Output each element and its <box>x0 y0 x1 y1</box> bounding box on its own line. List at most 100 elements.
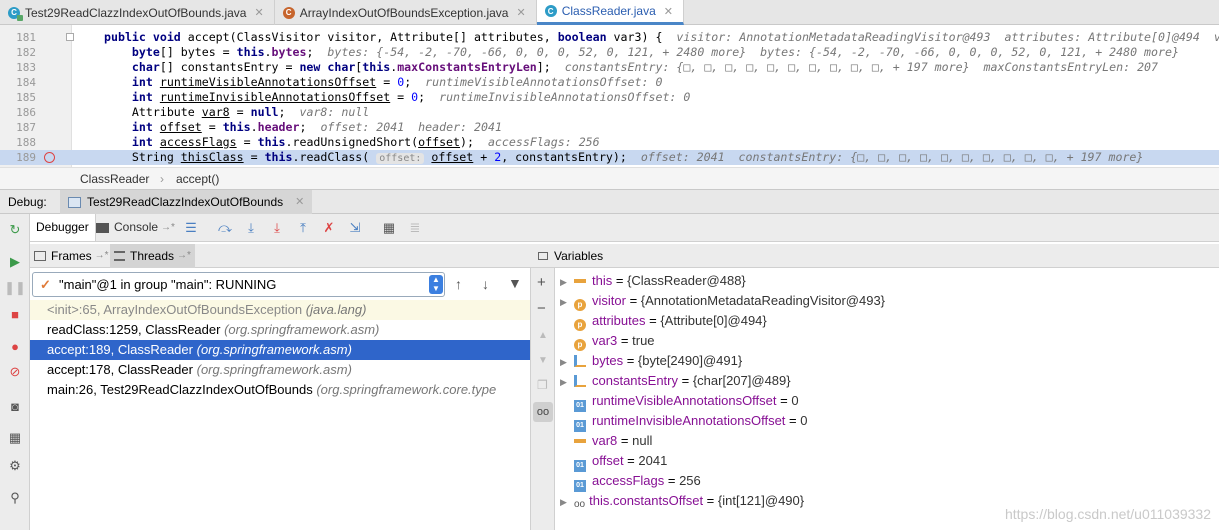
expand-arrow-icon[interactable]: ▶ <box>560 492 574 512</box>
code-line: int runtimeVisibleAnnotationsOffset = 0;… <box>131 75 663 89</box>
arrow-down-icon[interactable]: ↓ <box>482 276 489 292</box>
close-icon[interactable]: ✕ <box>295 190 304 214</box>
param-icon: p <box>574 339 586 351</box>
java-class-icon: C <box>282 6 295 19</box>
variable-row[interactable]: 01 runtimeVisibleAnnotationsOffset = 0 <box>560 391 799 412</box>
variable-row[interactable]: var8 = null <box>560 431 652 451</box>
code-line: String thisClass = this.readClass( offse… <box>104 150 1144 164</box>
pin-tab-icon: →* <box>161 222 175 233</box>
debug-session-label: Test29ReadClazzIndexOutOfBounds <box>87 195 284 209</box>
copy-icon[interactable]: ❐ <box>537 378 548 392</box>
drop-frame-icon[interactable]: ✗ <box>320 219 338 237</box>
pin-tab-icon: →* <box>94 250 109 261</box>
variables-header: Variables <box>530 244 1219 268</box>
tab-frames-label: Frames <box>51 249 92 263</box>
pin-icon[interactable]: ⚲ <box>7 490 23 506</box>
debug-label: Debug: <box>8 195 47 209</box>
evaluate-expression-icon[interactable]: ▦ <box>380 219 398 237</box>
variable-value: {AnnotationMetadataReadingVisitor@493} <box>640 293 886 308</box>
code-editor[interactable]: 181 182 183 184 185 186 187 188 189 publ… <box>0 25 1219 167</box>
code-line: int accessFlags = this.readUnsignedShort… <box>131 135 600 149</box>
variable-value: {byte[2490]@491} <box>637 353 743 368</box>
tab-arrayindex[interactable]: C ArrayIndexOutOfBoundsException.java ✕ <box>275 0 537 25</box>
variable-row[interactable]: ▶ p visitor = {AnnotationMetadataReadingVi… <box>560 291 885 311</box>
variable-value: {Attribute[0]@494} <box>660 313 767 328</box>
tab-frames[interactable]: Frames →* <box>34 244 109 268</box>
frame-item[interactable]: main:26, Test29ReadClazzIndexOutOfBounds… <box>30 380 530 400</box>
gear-icon[interactable]: ⚙ <box>7 458 23 474</box>
close-icon[interactable]: ✕ <box>664 5 673 18</box>
variable-name: this <box>592 273 613 288</box>
minus-icon[interactable]: − <box>537 300 546 317</box>
tab-label: ClassReader.java <box>561 4 656 18</box>
variable-row[interactable]: 01 runtimeInvisibleAnnotationsOffset = 0 <box>560 411 808 432</box>
tab-test29[interactable]: C Test29ReadClazzIndexOutOfBounds.java ✕ <box>0 0 275 25</box>
variable-name: var8 <box>592 433 618 448</box>
watch-icon: oo <box>574 499 586 510</box>
code-line: int runtimeInvisibleAnnotationsOffset = … <box>131 90 691 104</box>
variable-value: 256 <box>679 473 701 488</box>
tab-classreader[interactable]: C ClassReader.java ✕ <box>536 0 684 25</box>
frame-package: (java.lang) <box>305 302 367 317</box>
arrow-up-icon[interactable]: ↑ <box>455 276 462 292</box>
pause-icon[interactable]: ❚❚ <box>4 280 26 296</box>
variable-row[interactable]: ▶ this = {ClassReader@488} <box>560 271 746 291</box>
tab-debugger[interactable]: Debugger <box>30 214 96 241</box>
mute-breakpoints-icon[interactable]: ⊘ <box>7 364 23 380</box>
move-down-icon[interactable]: ▼ <box>538 355 548 366</box>
frames-icon <box>34 251 46 261</box>
stop-icon[interactable]: ■ <box>7 306 23 322</box>
breadcrumb-class[interactable]: ClassReader <box>80 168 149 190</box>
filter-icon[interactable]: ▼ <box>508 275 522 291</box>
java-class-icon: C <box>8 6 23 21</box>
run-to-cursor-icon[interactable]: ⇲ <box>346 219 364 237</box>
expand-arrow-icon[interactable]: ▶ <box>560 352 574 372</box>
array-icon <box>574 355 586 367</box>
step-into-icon[interactable]: ⤓ <box>242 219 260 237</box>
view-breakpoints-icon[interactable]: ● <box>7 338 23 354</box>
move-up-icon[interactable]: ▲ <box>538 330 548 341</box>
variable-value: 0 <box>800 413 808 428</box>
array-icon <box>574 375 586 387</box>
variable-row[interactable]: p attributes = {Attribute[0]@494} <box>560 311 767 331</box>
breadcrumb-method[interactable]: accept() <box>176 168 219 190</box>
expand-arrow-icon[interactable]: ▶ <box>560 292 574 312</box>
variable-row[interactable]: ▶ bytes = {byte[2490]@491} <box>560 351 742 371</box>
step-out-icon[interactable]: ⤒ <box>294 219 312 237</box>
close-icon[interactable]: ✕ <box>516 6 525 19</box>
variable-row[interactable]: p var3 = true <box>560 331 655 351</box>
frame-item[interactable]: <init>:65, ArrayIndexOutOfBoundsExceptio… <box>30 300 530 320</box>
breadcrumb: ClassReader › accept() <box>0 167 1219 189</box>
tab-console-label: Console <box>114 220 159 234</box>
debug-session-tab[interactable]: Test29ReadClazzIndexOutOfBounds ✕ <box>60 190 313 214</box>
force-step-into-icon[interactable]: ⤓ <box>268 219 286 237</box>
frame-method: accept:178, ClassReader <box>47 362 193 377</box>
plus-icon[interactable]: + <box>537 274 546 291</box>
variable-row[interactable]: ▶ oo this.constantsOffset = {int[121]@490} <box>560 491 804 511</box>
rerun-icon[interactable]: ↻ <box>7 222 23 238</box>
variable-value: 2041 <box>638 453 668 468</box>
frame-item[interactable]: accept:189, ClassReader (org.springframe… <box>30 340 530 360</box>
camera-icon[interactable]: ◙ <box>7 398 23 414</box>
variable-row[interactable]: 01 offset = 2041 <box>560 451 668 472</box>
layout-icon[interactable]: ▦ <box>7 430 23 446</box>
frame-item[interactable]: readClass:1259, ClassReader (org.springf… <box>30 320 530 340</box>
variable-row[interactable]: 01 accessFlags = 256 <box>560 471 701 492</box>
variable-value: {int[121]@490} <box>717 493 805 508</box>
expand-arrow-icon[interactable]: ▶ <box>560 272 574 292</box>
frame-item[interactable]: accept:178, ClassReader (org.springframe… <box>30 360 530 380</box>
tab-threads[interactable]: Threads →* <box>110 244 195 268</box>
tab-console[interactable]: Console →* <box>92 214 179 241</box>
watches-glasses-icon[interactable]: oo <box>533 402 553 422</box>
variable-row[interactable]: ▶ constantsEntry = {char[207]@489} <box>560 371 791 391</box>
param-icon: p <box>574 299 586 311</box>
show-execution-point-icon[interactable]: ☰ <box>182 219 200 237</box>
expand-arrow-icon[interactable]: ▶ <box>560 372 574 392</box>
java-class-icon: C <box>544 5 557 17</box>
close-icon[interactable]: ✕ <box>254 6 263 19</box>
resume-icon[interactable]: ▶ <box>7 254 23 270</box>
step-over-icon[interactable]: ⤼ <box>216 219 234 237</box>
trace-icon[interactable]: ≣ <box>406 219 424 237</box>
thread-selector[interactable]: ✓ "main"@1 in group "main": RUNNING ▲ ▼ <box>32 272 445 297</box>
console-icon <box>96 222 109 233</box>
